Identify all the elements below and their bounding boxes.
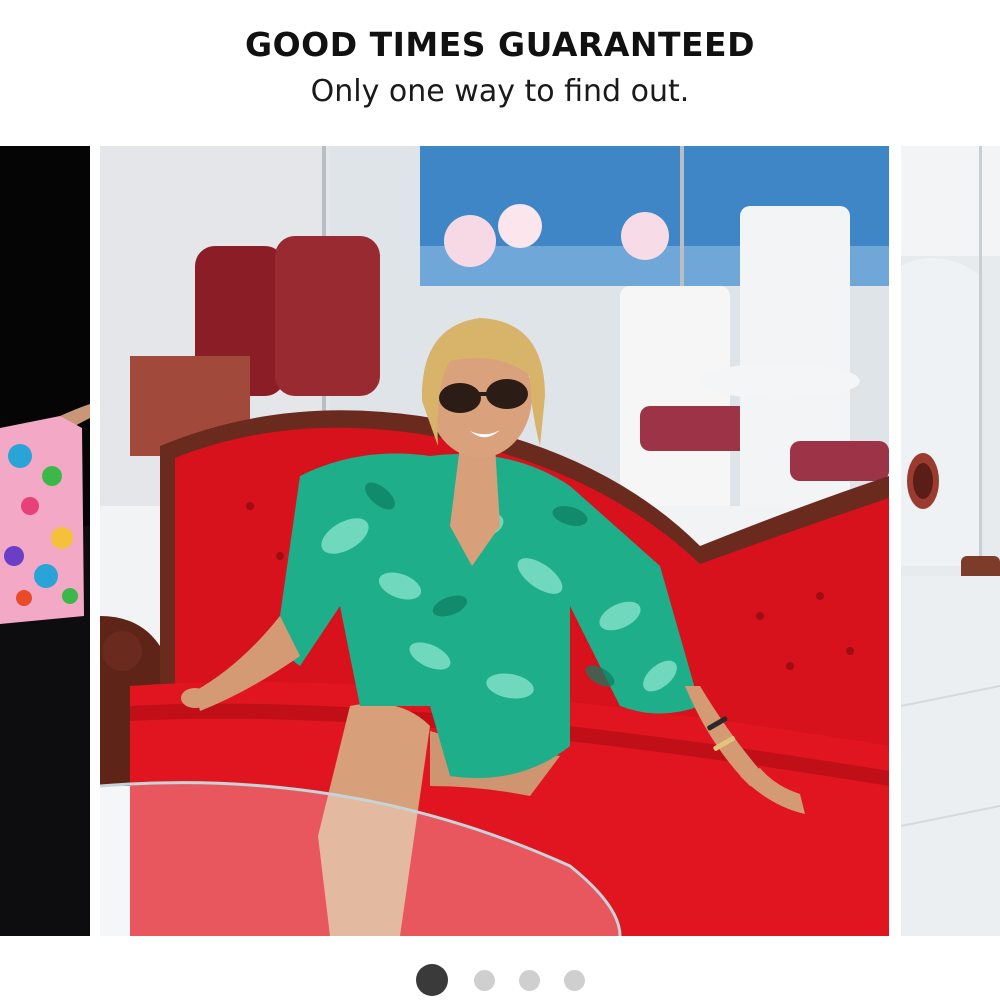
image-carousel[interactable] (0, 146, 1000, 936)
carousel-slide-next[interactable] (901, 146, 1000, 936)
slide-previous-image (0, 146, 90, 936)
carousel-dot-4[interactable] (563, 969, 585, 991)
promo-page: GOOD TIMES GUARANTEED Only one way to fi… (0, 0, 1000, 1000)
slide-next-image (901, 146, 1000, 936)
promo-header: GOOD TIMES GUARANTEED Only one way to fi… (0, 22, 1000, 114)
carousel-pagination (0, 964, 1000, 996)
carousel-dot-1[interactable] (415, 964, 448, 996)
carousel-slide-previous[interactable] (0, 146, 90, 936)
promo-subline: Only one way to find out. (310, 74, 690, 109)
slide-current-image (100, 146, 889, 936)
carousel-dot-3[interactable] (518, 969, 540, 991)
promo-headline: GOOD TIMES GUARANTEED (245, 25, 755, 64)
carousel-slide-current[interactable] (100, 146, 889, 936)
carousel-dot-2[interactable] (473, 969, 495, 991)
